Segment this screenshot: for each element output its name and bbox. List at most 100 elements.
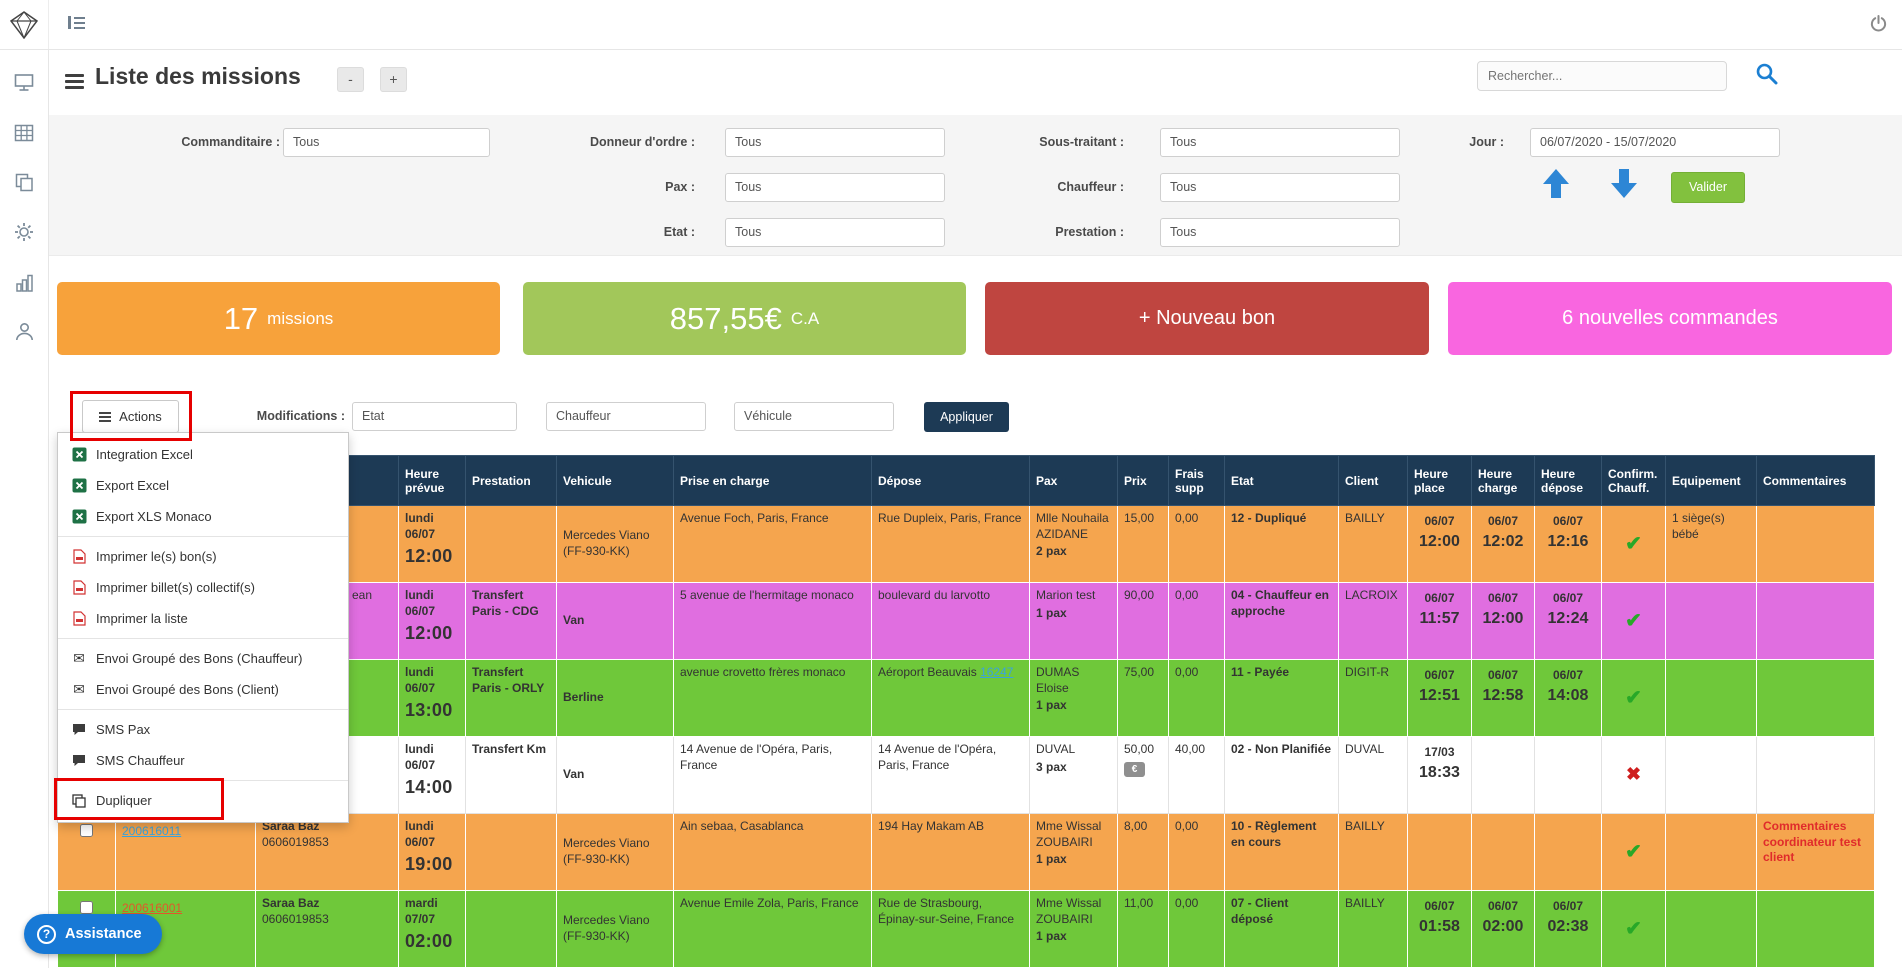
filters-panel: Commanditaire : Tous Donneur d'ordre : T… — [49, 115, 1902, 256]
modification-chauffeur-select[interactable]: Chauffeur — [546, 402, 706, 431]
sidebar — [0, 50, 49, 968]
zoom-in-button[interactable]: + — [380, 67, 407, 92]
menu-item-sms-pax[interactable]: SMS Pax — [58, 714, 348, 745]
header-heure-place: Heure place — [1407, 455, 1472, 506]
next-day-arrow-icon[interactable] — [1609, 167, 1639, 204]
user-icon — [15, 322, 34, 344]
envelope-ic on — [71, 650, 87, 667]
excel-icon — [71, 509, 87, 524]
envelope-icon — [71, 681, 87, 698]
jour-range-input[interactable]: 06/07/2020 - 15/07/2020 — [1530, 128, 1780, 157]
header-client: Client — [1338, 455, 1408, 506]
appliquer-button[interactable]: Appliquer — [924, 402, 1009, 432]
excel-icon — [71, 478, 87, 493]
donneur-ordre-select[interactable]: Tous — [725, 128, 945, 157]
confirmed-check-icon — [1625, 847, 1642, 861]
pax-label: Pax : — [665, 180, 695, 194]
top-bar — [0, 0, 1902, 50]
valider-button[interactable]: Valider — [1671, 172, 1745, 203]
menu-item-export-xls-monaco[interactable]: Export XLS Monaco — [58, 501, 348, 532]
bon-link[interactable]: 200616011 — [122, 824, 181, 838]
missions-count-card: 17 missions — [57, 282, 500, 355]
nouveau-bon-button[interactable]: + Nouveau bon — [985, 282, 1429, 355]
confirmed-check-icon — [1625, 693, 1642, 707]
excel-icon — [71, 447, 87, 462]
zoom-out-button[interactable]: - — [337, 67, 364, 92]
etat-label: Etat : — [663, 225, 695, 239]
header-prestation: Prestation — [465, 455, 557, 506]
menu-item-envoi-bons-chauffeur[interactable]: Envoi Groupé des Bons (Chauffeur) — [58, 643, 348, 674]
row-checkbox[interactable] — [80, 824, 93, 837]
jour-label: Jour : — [1469, 135, 1504, 149]
header-frais-supp: Frais supp — [1168, 455, 1225, 506]
menu-separator — [58, 709, 348, 710]
modifications-label: Modifications : — [256, 409, 345, 423]
previous-day-arrow-icon[interactable] — [1541, 167, 1571, 204]
header-heure-depose: Heure dépose — [1534, 455, 1602, 506]
flight-number-link[interactable]: 16247 — [980, 665, 1013, 679]
menu-item-sms-chauffeur[interactable]: SMS Chauffeur — [58, 745, 348, 776]
not-confirmed-cross-icon — [1626, 769, 1641, 783]
menu-item-imprimer-billets[interactable]: Imprimer billet(s) collectif(s) — [58, 572, 348, 603]
bon-link[interactable]: 200616001 — [122, 901, 182, 915]
header-confirm-chauff: Confirm. Chauff. — [1601, 455, 1666, 506]
donneur-ordre-label: Donneur d'ordre : — [589, 135, 695, 149]
menu-item-envoi-bons-client[interactable]: Envoi Groupé des Bons (Client) — [58, 674, 348, 705]
sous-traitant-select[interactable]: Tous — [1160, 128, 1400, 157]
assistance-button[interactable]: Assistance — [24, 914, 162, 954]
commanditaire-label: Commanditaire : — [181, 135, 280, 149]
sms-icon — [71, 723, 87, 736]
missions-label: missions — [267, 308, 334, 328]
header-commentaires: Commentaires — [1756, 455, 1875, 506]
menu-item-integration-excel[interactable]: Integration Excel — [58, 439, 348, 470]
row-checkbox[interactable] — [80, 901, 93, 914]
menu-item-imprimer-bons[interactable]: Imprimer le(s) bon(s) — [58, 541, 348, 572]
modification-vehicule-select[interactable]: Véhicule — [734, 402, 894, 431]
euro-payment-icon — [1124, 761, 1145, 777]
power-icon[interactable] — [1870, 15, 1887, 35]
menu-separator — [58, 638, 348, 639]
sidebar-item-stats[interactable] — [0, 266, 48, 302]
header-pax: Pax — [1029, 455, 1118, 506]
header-etat: Etat — [1224, 455, 1339, 506]
header-prise-en-charge: Prise en charge — [673, 455, 872, 506]
menu-item-imprimer-liste[interactable]: Imprimer la liste — [58, 603, 348, 634]
app-logo[interactable] — [0, 0, 49, 49]
question-icon — [37, 924, 56, 944]
diamond-logo-icon — [10, 10, 38, 39]
search-input[interactable] — [1477, 61, 1727, 91]
sidebar-item-screen[interactable] — [0, 66, 48, 102]
commentaires-cell: Commentaires coordinateur test client — [1756, 813, 1875, 891]
pax-select[interactable]: Tous — [725, 173, 945, 202]
toggle-menu-icon[interactable] — [68, 15, 85, 33]
nouvelles-commandes-button[interactable]: 6 nouvelles commandes — [1448, 282, 1892, 355]
sidebar-item-account[interactable] — [0, 315, 48, 351]
header-equipement: Equipement — [1665, 455, 1757, 506]
sidebar-item-copy[interactable] — [0, 166, 48, 202]
header-prix: Prix — [1117, 455, 1169, 506]
chauffeur-select[interactable]: Tous — [1160, 173, 1400, 202]
chauffeur-label: Chauffeur : — [1057, 180, 1124, 194]
menu-item-export-excel[interactable]: Export Excel — [58, 470, 348, 501]
commanditaire-select[interactable]: Tous — [283, 128, 490, 157]
monitor-icon — [14, 73, 34, 95]
etat-select[interactable]: Tous — [725, 218, 945, 247]
annotation-box-actions — [70, 391, 192, 441]
etat-cell: 07 - Client déposé — [1224, 890, 1339, 968]
title-menu-icon[interactable] — [65, 74, 84, 89]
prestation-select[interactable]: Tous — [1160, 218, 1400, 247]
search-icon[interactable] — [1755, 62, 1778, 88]
sidebar-item-table[interactable] — [0, 116, 48, 152]
confirmed-check-icon — [1625, 539, 1642, 553]
sidebar-item-settings[interactable] — [0, 215, 48, 251]
pdf-icon — [71, 549, 87, 564]
menu-separator — [58, 536, 348, 537]
pdf-icon — [71, 611, 87, 626]
actions-dropdown-menu: Integration Excel Export Excel Export XL… — [57, 432, 349, 823]
table-row: 200616011 Saraa Baz 0606019853 lundi 06/0… — [57, 813, 1875, 891]
prestation-label: Prestation : — [1055, 225, 1124, 239]
ca-label: C.A — [790, 308, 820, 328]
header-heure-prevue: Heure prévue — [398, 455, 466, 506]
etat-cell: 02 - Non Planifiée — [1224, 736, 1339, 814]
modification-etat-select[interactable]: Etat — [352, 402, 517, 431]
